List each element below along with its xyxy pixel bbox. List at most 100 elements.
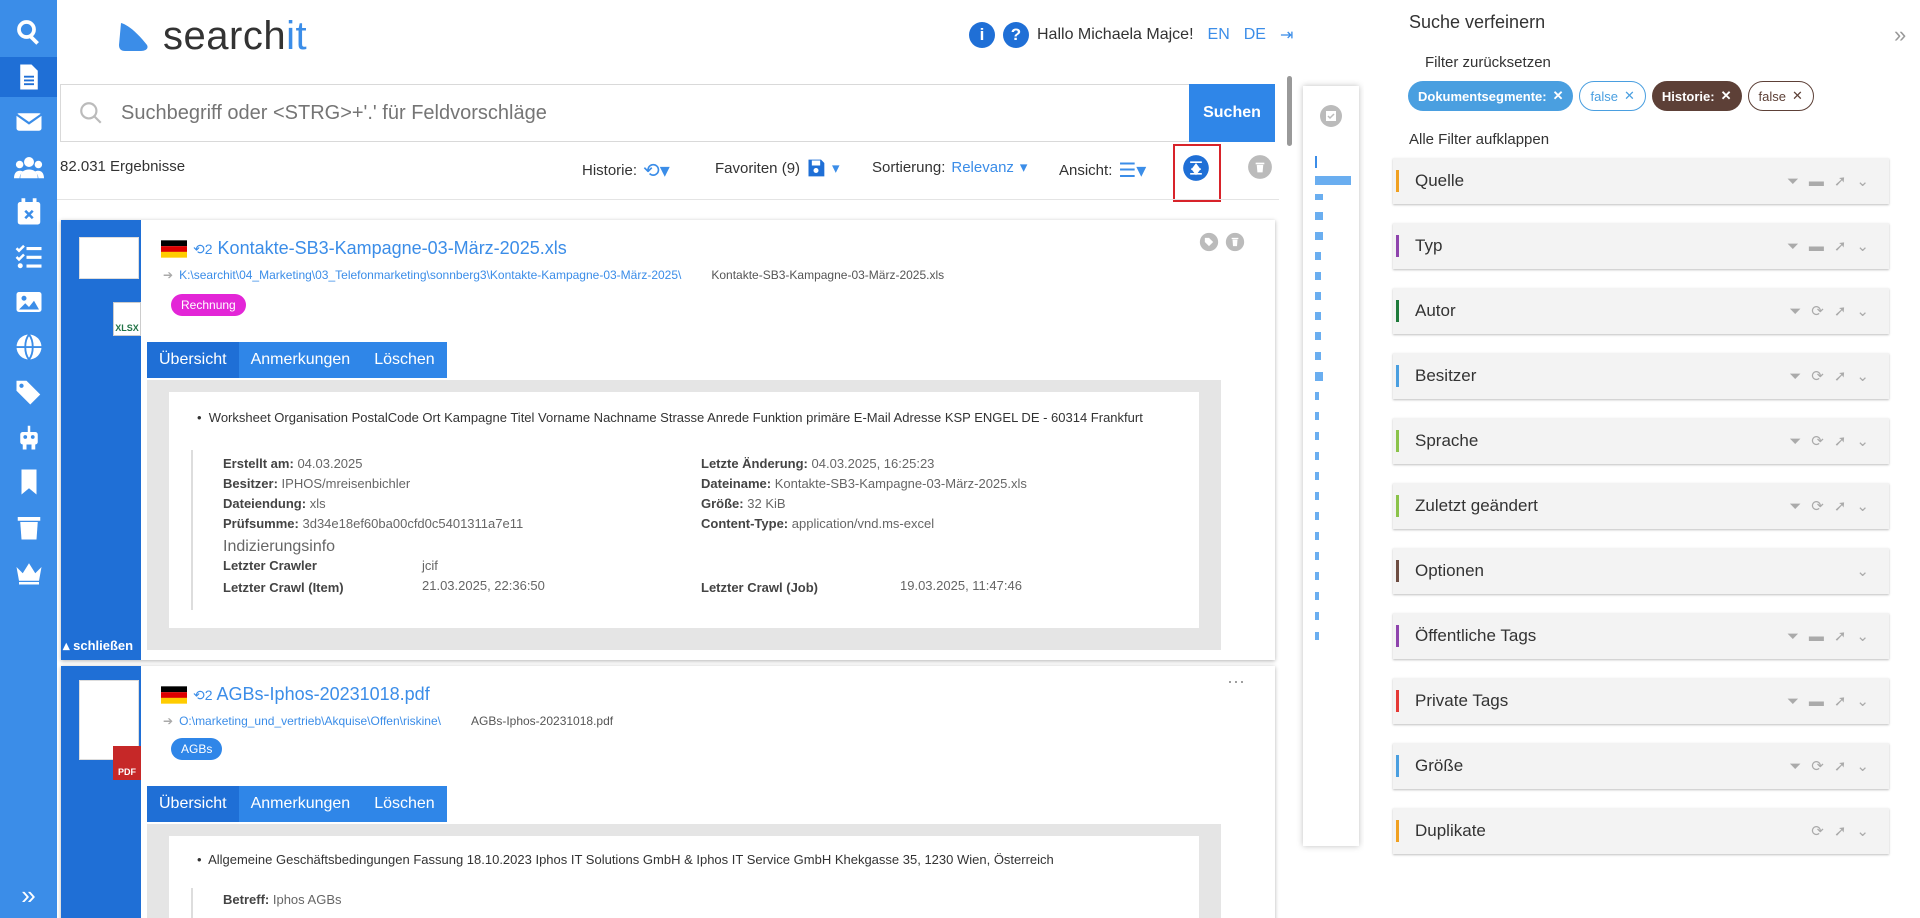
filter-chip[interactable]: false ✕ bbox=[1579, 81, 1646, 111]
view-dropdown[interactable]: Ansicht: ☰▾ bbox=[1059, 158, 1146, 183]
image-icon[interactable] bbox=[0, 282, 57, 322]
folder-icon[interactable]: ▬ bbox=[1809, 628, 1824, 645]
logout-icon[interactable]: ⇥ bbox=[1280, 25, 1293, 45]
refresh-icon[interactable]: ⟳ bbox=[1811, 497, 1824, 515]
robot-icon[interactable] bbox=[0, 417, 57, 457]
delete-icon[interactable] bbox=[1225, 232, 1245, 256]
chevron-down-icon[interactable]: ⌄ bbox=[1856, 692, 1869, 710]
results-scrollbar[interactable] bbox=[1287, 70, 1293, 918]
chevron-down-icon[interactable]: ⌄ bbox=[1856, 237, 1869, 255]
refresh-icon[interactable]: ⟳ bbox=[1811, 302, 1824, 320]
info-icon[interactable]: i bbox=[969, 22, 995, 48]
filter-icon[interactable]: ⏷ bbox=[1787, 173, 1799, 190]
tags-icon[interactable] bbox=[0, 372, 57, 412]
facet-besitzer[interactable]: Besitzer ⏷ ⟳ ➚ ⌄ bbox=[1393, 353, 1889, 399]
help-icon[interactable]: ? bbox=[1003, 22, 1029, 48]
trash-icon[interactable] bbox=[0, 507, 57, 547]
open-icon[interactable]: ➚ bbox=[1834, 172, 1847, 190]
result-path[interactable]: ➔ K:\searchit\04_Marketing\03_Telefonmark… bbox=[163, 268, 944, 282]
globe-icon[interactable] bbox=[0, 327, 57, 367]
filter-icon[interactable]: ⏷ bbox=[1789, 758, 1801, 775]
tab-overview[interactable]: Übersicht bbox=[147, 786, 239, 822]
folder-icon[interactable]: ▬ bbox=[1809, 238, 1824, 255]
tab-delete[interactable]: Löschen bbox=[362, 786, 447, 822]
open-icon[interactable]: ➚ bbox=[1834, 627, 1847, 645]
remove-icon[interactable]: ✕ bbox=[1792, 88, 1803, 104]
tab-notes[interactable]: Anmerkungen bbox=[239, 786, 363, 822]
lang-en-link[interactable]: EN bbox=[1208, 26, 1230, 44]
chevron-down-icon[interactable]: ⌄ bbox=[1856, 432, 1869, 450]
filter-icon[interactable]: ⏷ bbox=[1789, 433, 1801, 450]
tab-notes[interactable]: Anmerkungen bbox=[239, 342, 363, 378]
facet-optionen[interactable]: Optionen ⌄ bbox=[1393, 548, 1889, 594]
documents-icon[interactable] bbox=[0, 57, 57, 97]
open-icon[interactable]: ➚ bbox=[1834, 497, 1847, 515]
close-link[interactable]: ▴ schließen bbox=[63, 638, 133, 654]
result-title-link[interactable]: ⟲2 AGBs-Iphos-20231018.pdf bbox=[193, 684, 430, 705]
history-dropdown[interactable]: Historie: ⟲▾ bbox=[582, 158, 670, 183]
tab-delete[interactable]: Löschen bbox=[362, 342, 447, 378]
filter-icon[interactable]: ⏷ bbox=[1789, 368, 1801, 385]
collapse-panel-icon[interactable]: » bbox=[1894, 22, 1906, 48]
folder-icon[interactable]: ▬ bbox=[1809, 173, 1824, 190]
refresh-icon[interactable]: ⟳ bbox=[1811, 432, 1824, 450]
open-icon[interactable]: ➚ bbox=[1834, 237, 1847, 255]
sort-dropdown[interactable]: Sortierung: Relevanz ▾ bbox=[872, 158, 1027, 177]
facet-typ[interactable]: Typ ⏷ ▬ ➚ ⌄ bbox=[1393, 223, 1889, 269]
facet-zuletzt-geaendert[interactable]: Zuletzt geändert ⏷ ⟳ ➚ ⌄ bbox=[1393, 483, 1889, 529]
filter-icon[interactable]: ⏷ bbox=[1789, 303, 1801, 320]
filter-icon[interactable]: ⏷ bbox=[1787, 628, 1799, 645]
search-button[interactable]: Suchen bbox=[1189, 84, 1275, 142]
chevron-down-icon[interactable]: ⌄ bbox=[1856, 172, 1869, 190]
facet-oeffentliche-tags[interactable]: Öffentliche Tags ⏷ ▬ ➚ ⌄ bbox=[1393, 613, 1889, 659]
open-icon[interactable]: ➚ bbox=[1834, 302, 1847, 320]
chevron-down-icon[interactable]: ⌄ bbox=[1856, 497, 1869, 515]
open-icon[interactable]: ➚ bbox=[1834, 367, 1847, 385]
more-options-icon[interactable]: ⋯ bbox=[1227, 672, 1245, 693]
tasks-icon[interactable] bbox=[0, 237, 57, 277]
filter-icon[interactable]: ⏷ bbox=[1789, 498, 1801, 515]
facet-duplikate[interactable]: Duplikate ⟳ ➚ ⌄ bbox=[1393, 808, 1889, 854]
expand-all-filters-link[interactable]: Alle Filter aufklappen bbox=[1409, 131, 1549, 148]
chevron-down-icon[interactable]: ⌄ bbox=[1856, 627, 1869, 645]
filter-icon[interactable]: ⏷ bbox=[1787, 693, 1799, 710]
doc-tag[interactable]: Rechnung bbox=[171, 294, 246, 316]
result-title-link[interactable]: ⟲2 Kontakte-SB3-Kampagne-03-März-2025.xl… bbox=[193, 238, 567, 259]
open-icon[interactable]: ➚ bbox=[1834, 432, 1847, 450]
chevron-down-icon[interactable]: ⌄ bbox=[1856, 562, 1869, 580]
search-input[interactable] bbox=[121, 101, 1274, 125]
reset-filters-link[interactable]: Filter zurücksetzen bbox=[1425, 54, 1551, 71]
expand-sidebar-icon[interactable]: » bbox=[0, 880, 57, 910]
facet-quelle[interactable]: Quelle ⏷ ▬ ➚ ⌄ bbox=[1393, 158, 1889, 204]
chevron-down-icon[interactable]: ⌄ bbox=[1856, 822, 1869, 840]
search-icon[interactable] bbox=[0, 12, 57, 52]
remove-icon[interactable]: ✕ bbox=[1721, 88, 1732, 104]
chevron-down-icon[interactable]: ⌄ bbox=[1856, 302, 1869, 320]
doc-tag[interactable]: AGBs bbox=[171, 738, 223, 760]
refresh-icon[interactable]: ⟳ bbox=[1811, 822, 1824, 840]
facet-groesse[interactable]: Größe ⏷ ⟳ ➚ ⌄ bbox=[1393, 743, 1889, 789]
scrollbar-thumb[interactable] bbox=[1287, 76, 1292, 146]
filter-icon[interactable]: ⏷ bbox=[1787, 238, 1799, 255]
logo[interactable]: searchit bbox=[117, 14, 307, 59]
open-icon[interactable]: ➚ bbox=[1834, 757, 1847, 775]
calendar-x-icon[interactable] bbox=[0, 192, 57, 232]
chevron-down-icon[interactable]: ⌄ bbox=[1856, 367, 1869, 385]
favorites-dropdown[interactable]: Favoriten (9) ▾ bbox=[715, 158, 840, 178]
refresh-icon[interactable]: ⟳ bbox=[1811, 367, 1824, 385]
open-icon[interactable]: ➚ bbox=[1834, 822, 1847, 840]
facet-autor[interactable]: Autor ⏷ ⟳ ➚ ⌄ bbox=[1393, 288, 1889, 334]
document-thumbnail[interactable] bbox=[79, 237, 139, 279]
facet-private-tags[interactable]: Private Tags ⏷ ▬ ➚ ⌄ bbox=[1393, 678, 1889, 724]
mail-icon[interactable] bbox=[0, 102, 57, 142]
calendar-check-icon[interactable] bbox=[1319, 104, 1343, 128]
filter-chip[interactable]: Dokumentsegmente: ✕ bbox=[1408, 81, 1574, 111]
remove-icon[interactable]: ✕ bbox=[1624, 88, 1635, 104]
folder-icon[interactable]: ▬ bbox=[1809, 693, 1824, 710]
chevron-down-icon[interactable]: ⌄ bbox=[1856, 757, 1869, 775]
tab-overview[interactable]: Übersicht bbox=[147, 342, 239, 378]
remove-icon[interactable]: ✕ bbox=[1553, 88, 1564, 104]
open-icon[interactable]: ➚ bbox=[1834, 692, 1847, 710]
result-path[interactable]: ➔ O:\marketing_und_vertrieb\Akquise\Offen… bbox=[163, 714, 613, 728]
users-icon[interactable] bbox=[0, 147, 57, 187]
